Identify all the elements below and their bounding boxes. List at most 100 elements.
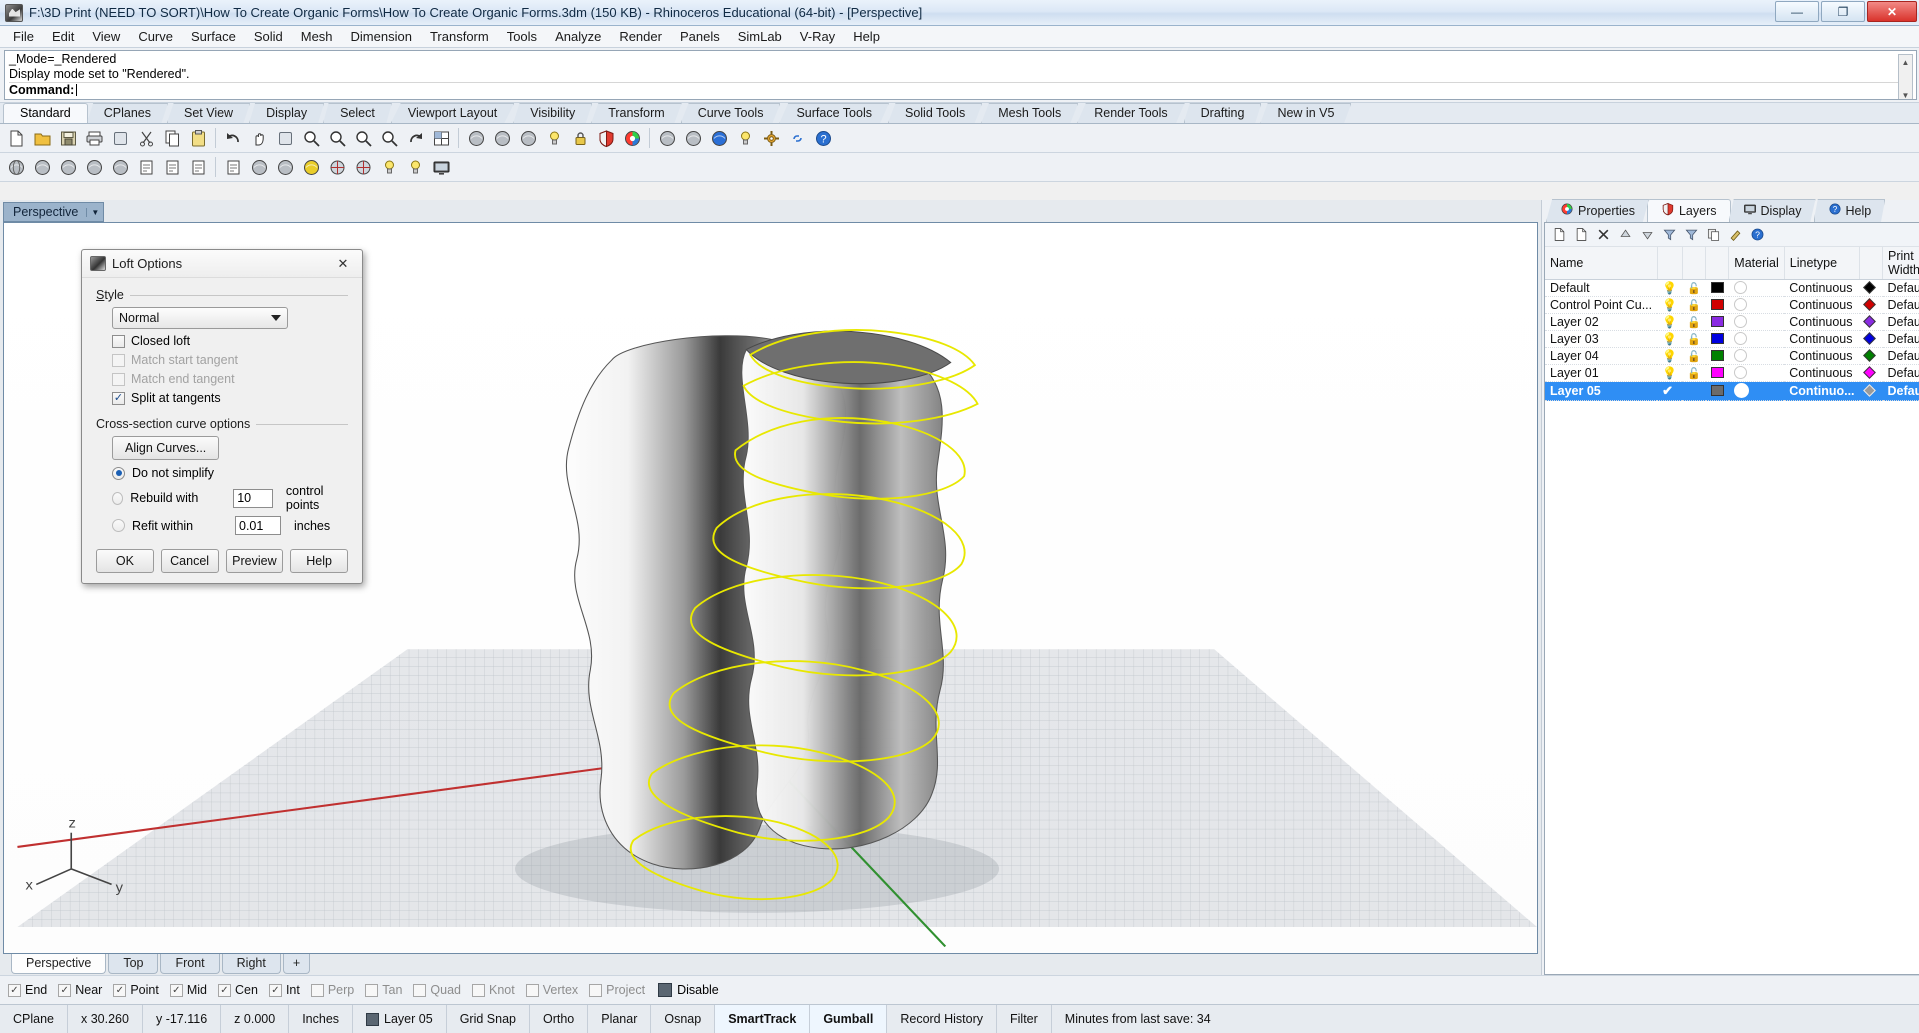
menu-item-edit[interactable]: Edit (43, 27, 83, 46)
halfshade-icon[interactable] (273, 155, 297, 179)
layer-color-swatch[interactable] (1705, 347, 1729, 365)
col-color[interactable] (1705, 247, 1730, 280)
radio-button[interactable] (112, 466, 125, 480)
preview-button[interactable]: Preview (225, 549, 284, 573)
toolbar-tab-curve-tools[interactable]: Curve Tools (680, 103, 781, 123)
print-icon[interactable] (82, 126, 106, 150)
layer-row[interactable]: Control Point Cu...💡🔓 Continuous Default (1545, 296, 1919, 314)
radio-rebuild-with[interactable]: Rebuild with 10 control points (112, 484, 348, 512)
delete-layer-icon[interactable] (1593, 225, 1613, 245)
viewport-tab-right[interactable]: Right (221, 953, 281, 974)
minimize-button[interactable]: — (1775, 1, 1819, 22)
layer-name-cell[interactable]: Layer 03 (1545, 330, 1658, 348)
viewport-tab-front[interactable]: Front (160, 953, 220, 974)
osnap-int[interactable]: ✓ Int (267, 981, 306, 999)
status-minutes-from-last-save-34[interactable]: Minutes from last save: 34 (1052, 1005, 1919, 1033)
layer-print-color-swatch[interactable] (1859, 279, 1883, 297)
layer-lock-toggle[interactable]: 🔓 (1682, 347, 1706, 365)
layer-print-color-swatch[interactable] (1859, 347, 1883, 365)
layer-lock-toggle[interactable]: 🔓 (1682, 364, 1706, 382)
toolbar-tab-mesh-tools[interactable]: Mesh Tools (981, 103, 1079, 123)
close-button[interactable]: ✕ (1867, 1, 1917, 22)
layer-visibility-toggle[interactable]: 💡 (1657, 313, 1683, 331)
menu-item-file[interactable]: File (4, 27, 43, 46)
osnap-checkbox[interactable] (589, 983, 603, 997)
col-printwidth[interactable]: Print Width (1882, 247, 1919, 280)
layer-row[interactable]: Default💡🔓ContinuousDefault (1545, 279, 1919, 297)
filter-icon[interactable] (1681, 225, 1701, 245)
zoom-in-icon[interactable] (299, 126, 323, 150)
layer-visibility-toggle[interactable]: 💡 (1657, 364, 1683, 382)
zoom-extents-icon[interactable] (351, 126, 375, 150)
orient-icon[interactable] (325, 155, 349, 179)
layer-material-swatch[interactable] (1728, 296, 1785, 314)
toolbar-tab-render-tools[interactable]: Render Tools (1077, 103, 1185, 123)
layer-visibility-toggle[interactable]: 💡 (1657, 330, 1683, 348)
pen2-icon[interactable] (221, 155, 245, 179)
monitor-icon[interactable] (429, 155, 453, 179)
layer-name-cell[interactable]: Layer 05 (1545, 381, 1658, 401)
layer-color-swatch[interactable] (1705, 279, 1729, 297)
pan-hand-icon[interactable] (247, 126, 271, 150)
layer-color-swatch[interactable] (1705, 313, 1729, 331)
ghosted-icon[interactable] (56, 155, 80, 179)
layer-print-color-swatch[interactable] (1859, 364, 1883, 382)
zoom-window-icon[interactable] (325, 126, 349, 150)
osnap-disable-button[interactable]: Disable (658, 983, 719, 997)
layer-name-cell[interactable]: Layer 02 (1545, 313, 1658, 331)
status-grid-snap[interactable]: Grid Snap (447, 1005, 530, 1033)
rotate-view-icon[interactable] (273, 126, 297, 150)
toolbar-tab-surface-tools[interactable]: Surface Tools (779, 103, 889, 123)
no-light-icon[interactable] (403, 155, 427, 179)
blue-sphere-icon[interactable] (707, 126, 731, 150)
wireframe-icon[interactable] (4, 155, 28, 179)
status-planar[interactable]: Planar (588, 1005, 652, 1033)
osnap-end[interactable]: ✓ End (6, 981, 53, 999)
col-name[interactable]: Name (1545, 247, 1658, 280)
layer-linetype-cell[interactable]: Continuous (1784, 296, 1860, 314)
layer-material-swatch[interactable] (1728, 313, 1785, 331)
osnap-checkbox[interactable] (413, 983, 427, 997)
save-icon[interactable] (56, 126, 80, 150)
layer-print-color-swatch[interactable] (1859, 381, 1883, 401)
osnap-checkbox[interactable]: ✓ (218, 983, 231, 997)
status-record-history[interactable]: Record History (887, 1005, 998, 1033)
osnap-knot[interactable]: Knot (470, 981, 521, 999)
layer-material-swatch[interactable] (1728, 279, 1785, 297)
copy-icon[interactable] (160, 126, 184, 150)
status-smarttrack[interactable]: SmartTrack (715, 1005, 811, 1033)
layer-name-cell[interactable]: Layer 04 (1545, 347, 1658, 365)
menu-item-simlab[interactable]: SimLab (729, 27, 791, 46)
help-icon[interactable]: ? (811, 126, 835, 150)
osnap-vertex[interactable]: Vertex (524, 981, 584, 999)
osnap-checkbox[interactable] (365, 983, 379, 997)
toolbar-tab-transform[interactable]: Transform (591, 103, 682, 123)
layer-material-swatch[interactable] (1728, 381, 1785, 401)
col-lock[interactable] (1682, 247, 1707, 280)
menu-item-curve[interactable]: Curve (129, 27, 182, 46)
cancel-button[interactable]: Cancel (160, 549, 219, 573)
layer-row[interactable]: Layer 04💡🔓 Continuous Default (1545, 347, 1919, 365)
gears-icon[interactable] (759, 126, 783, 150)
menu-item-analyze[interactable]: Analyze (546, 27, 610, 46)
input-refit-within[interactable]: 0.01 (235, 516, 281, 535)
layer-lock-toggle[interactable]: 🔓 (1682, 313, 1706, 331)
move-up-icon[interactable] (1615, 225, 1635, 245)
input-rebuild-with[interactable]: 10 (233, 488, 273, 508)
osnap-cen[interactable]: ✓ Cen (216, 981, 264, 999)
filter-prev-icon[interactable] (1659, 225, 1679, 245)
toolbar-tab-solid-tools[interactable]: Solid Tools (887, 103, 983, 123)
command-history[interactable]: _Mode=_Rendered Display mode set to "Ren… (4, 50, 1917, 100)
viewport-tab-top[interactable]: Top (108, 953, 159, 974)
layer-lock-toggle[interactable]: 🔓 (1682, 296, 1706, 314)
status-layer-05[interactable]: Layer 05 (353, 1005, 447, 1033)
status-osnap[interactable]: Osnap (651, 1005, 716, 1033)
ok-button[interactable]: OK (96, 549, 154, 573)
artistic-icon[interactable] (160, 155, 184, 179)
layer-print-width-cell[interactable]: Default (1882, 364, 1919, 382)
layer-linetype-cell[interactable]: Continuous (1784, 347, 1860, 365)
col-linetype[interactable]: Linetype (1784, 247, 1861, 280)
menu-item-panels[interactable]: Panels (671, 27, 729, 46)
toolbar-tab-viewport-layout[interactable]: Viewport Layout (390, 103, 515, 123)
layer-visibility-toggle[interactable]: 💡 (1657, 347, 1683, 365)
